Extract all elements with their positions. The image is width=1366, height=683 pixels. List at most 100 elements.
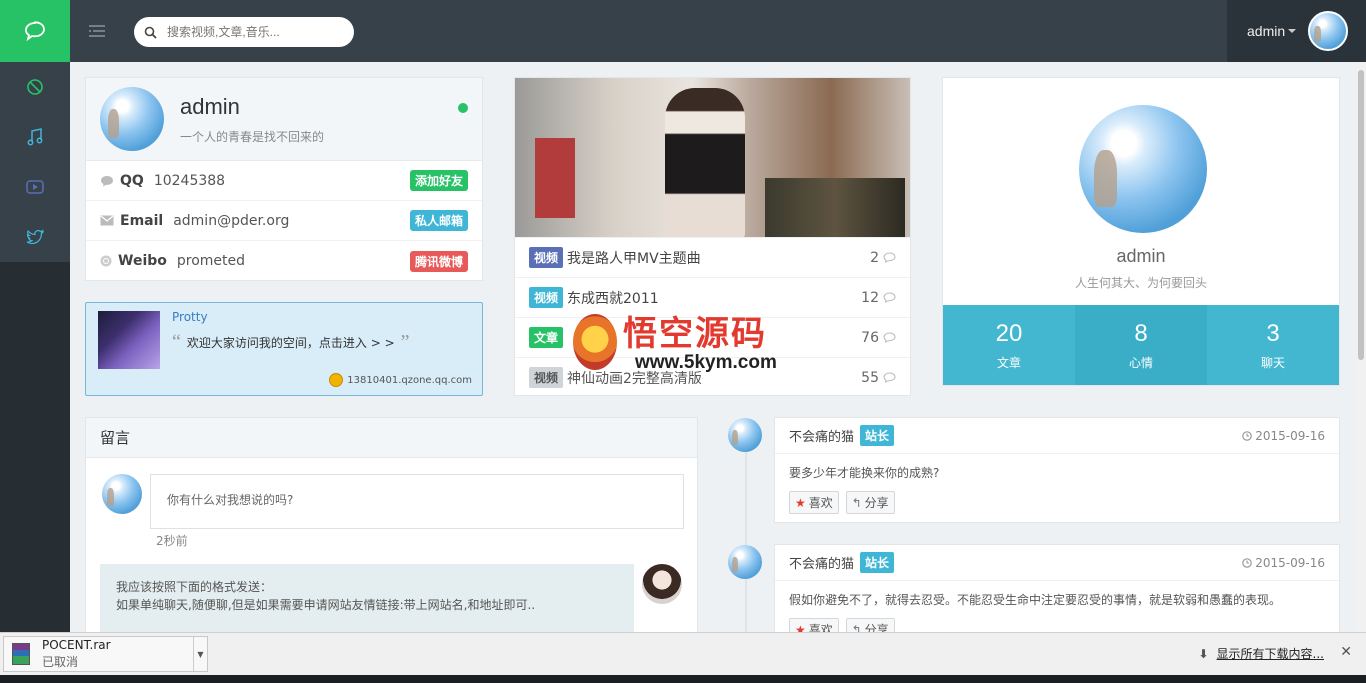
share-button[interactable]: ↰ 分享: [845, 491, 895, 514]
feed-date: 2015-09-16: [1242, 556, 1325, 570]
download-status: 已取消: [42, 655, 79, 669]
qq-value: 10245388: [153, 172, 226, 189]
feed-author[interactable]: 不会痛的猫: [789, 553, 854, 572]
qzone-name[interactable]: Protty: [172, 310, 208, 324]
clock-icon: [1242, 430, 1253, 441]
show-all-downloads-link[interactable]: 显示所有下载内容...: [1217, 645, 1324, 662]
email-label: Email: [120, 212, 164, 229]
sidebar-item-twitter[interactable]: [0, 212, 70, 262]
stat-articles-count: 20: [995, 319, 1023, 347]
post-title[interactable]: 东成西就2011: [567, 288, 659, 308]
post-row[interactable]: 视频 我是路人甲MV主题曲 2: [515, 237, 910, 277]
post-tag: 视频: [529, 287, 564, 308]
reply-line-2: 如果单纯聊天,随便聊,但是如果需要申请网站友情链接:带上网站名,和地址即可..: [116, 598, 536, 612]
comment-icon: [883, 292, 896, 303]
weibo-label: Weibo: [118, 253, 167, 269]
feed-text: 假如你避免不了，就得去忍受。不能忍受生命中注定要忍受的事情，就是软弱和愚蠢的表现…: [789, 593, 1282, 607]
profile-bio: 一个人的青春是找不回来的: [180, 129, 325, 144]
qzone-card[interactable]: Protty “ 欢迎大家访问我的空间，点击进入 > > ” 13810401.…: [85, 302, 483, 396]
email-value: admin@pder.org: [173, 212, 290, 229]
profile-name: admin: [180, 93, 240, 119]
weibo-value: prometed: [176, 253, 246, 269]
private-mail-button[interactable]: 私人邮箱: [409, 210, 468, 231]
star-icon: ★: [795, 495, 806, 510]
info-row-weibo: Weibo prometed 腾讯微博: [86, 241, 482, 281]
download-file-name: POCENT.rar: [42, 638, 111, 652]
message-input[interactable]: 你有什么对我想说的吗?: [150, 474, 684, 529]
stat-articles-label: 文章: [996, 355, 1021, 370]
sidebar-item-video[interactable]: [0, 162, 70, 212]
archive-file-icon: [12, 643, 30, 665]
featured-image[interactable]: [515, 78, 910, 237]
message-input-placeholder: 你有什么对我想说的吗?: [167, 493, 294, 507]
watermark: 悟空源码 www.5kym.com: [573, 306, 803, 376]
admin-badge: 站长: [860, 425, 895, 446]
reply-bubble: 我应该按照下面的格式发送： 如果单纯聊天,随便聊,但是如果需要申请网站友情链接:…: [100, 564, 634, 632]
ban-icon: [27, 79, 43, 95]
stat-chats[interactable]: 3 聊天: [1207, 305, 1339, 385]
brand-chat-button[interactable]: [0, 0, 70, 62]
like-button[interactable]: ★ 喜欢: [789, 491, 839, 514]
watermark-logo-icon: [573, 314, 617, 370]
feed-avatar: [728, 545, 762, 579]
user-stats-card: admin 人生何其大、为何要回头 20 文章 8 心情 3 聊天: [942, 77, 1340, 386]
stat-chats-count: 3: [1266, 319, 1280, 347]
add-friend-button[interactable]: 添加好友: [409, 170, 468, 191]
download-item[interactable]: POCENT.rar 已取消 ▼: [3, 636, 208, 672]
sidebar: [0, 62, 70, 632]
feed-author[interactable]: 不会痛的猫: [789, 426, 854, 445]
feed-text: 要多少年才能换来你的成熟?: [789, 466, 940, 480]
menu-toggle-icon[interactable]: [86, 20, 108, 42]
stat-moods-label: 心情: [1128, 355, 1153, 370]
share-button[interactable]: ↰ 分享: [845, 618, 895, 633]
qzone-text: 欢迎大家访问我的空间，点击进入 > >: [186, 336, 395, 350]
header-avatar[interactable]: [1308, 11, 1349, 51]
comment-icon: [883, 252, 896, 263]
online-status-dot: [458, 103, 468, 113]
post-title[interactable]: 我是路人甲MV主题曲: [567, 248, 701, 268]
weibo-icon: [100, 255, 112, 267]
caret-down-icon: [1288, 29, 1297, 33]
close-download-bar-icon[interactable]: ✕: [1340, 644, 1352, 660]
qzone-link[interactable]: 13810401.qzone.qq.com: [347, 375, 472, 386]
user-name: admin: [1247, 23, 1286, 39]
star-icon: ★: [795, 622, 806, 633]
qq-label: QQ: [120, 172, 144, 189]
watermark-url: www.5kym.com: [635, 352, 777, 373]
profile-card: admin 一个人的青春是找不回来的 QQ 10245388 添加好友 Emai…: [85, 77, 483, 281]
comment-icon: [883, 372, 896, 383]
download-menu-arrow-icon[interactable]: ▼: [193, 637, 207, 671]
sidebar-item-music[interactable]: [0, 112, 70, 162]
download-arrow-icon: ⬇: [1198, 646, 1209, 661]
stat-moods[interactable]: 8 心情: [1075, 305, 1207, 385]
stats-bar: 20 文章 8 心情 3 聊天: [943, 305, 1339, 385]
envelope-icon: [100, 215, 114, 226]
user-card-avatar[interactable]: [1079, 105, 1207, 233]
messages-panel: 留言 你有什么对我想说的吗? 2秒前 我应该按照下面的格式发送： 如果单纯聊天,…: [85, 417, 698, 632]
search-input[interactable]: [167, 25, 337, 39]
qzone-photo: [98, 311, 160, 369]
user-menu[interactable]: admin: [1227, 0, 1366, 62]
search-box[interactable]: [134, 17, 354, 47]
reply-arrow-icon: ↰: [851, 495, 862, 510]
reply-arrow-icon: ↰: [851, 622, 862, 633]
download-bar: POCENT.rar 已取消 ▼ ⬇ 显示所有下载内容... ✕: [0, 632, 1366, 675]
profile-avatar[interactable]: [100, 87, 164, 151]
show-all-downloads[interactable]: ⬇ 显示所有下载内容...: [1198, 645, 1324, 662]
comment-icon: [101, 175, 113, 186]
stat-articles[interactable]: 20 文章: [943, 305, 1075, 385]
info-row-email: Email admin@pder.org 私人邮箱: [86, 201, 482, 241]
feed-avatar: [728, 418, 762, 452]
sidebar-nav: [0, 62, 70, 262]
post-tag: 视频: [529, 367, 564, 388]
scrollbar-thumb[interactable]: [1358, 70, 1364, 360]
search-icon: [144, 26, 157, 39]
timeline-line: [745, 440, 747, 632]
watermark-title: 悟空源码: [623, 314, 767, 354]
twitter-bird-icon: [26, 229, 44, 245]
tencent-weibo-button[interactable]: 腾讯微博: [409, 250, 468, 272]
like-button[interactable]: ★ 喜欢: [789, 618, 839, 632]
sidebar-item-blocked[interactable]: [0, 62, 70, 112]
comment-icon: [883, 332, 896, 343]
post-comment-count: 55: [861, 370, 896, 386]
